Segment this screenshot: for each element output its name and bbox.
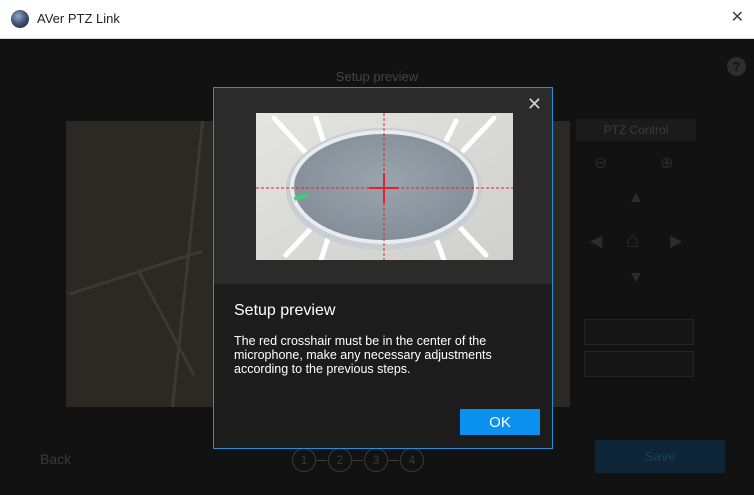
ok-button[interactable]: OK (460, 409, 540, 435)
back-button[interactable]: Back (40, 451, 71, 467)
dialog-close-button[interactable]: ✕ (527, 94, 542, 115)
dialog-illustration-area: ✕ (214, 88, 552, 284)
microphone-crosshair-illustration (256, 113, 513, 260)
step-4: 4 (400, 448, 424, 472)
zoom-out-icon[interactable]: ⊖ (594, 153, 607, 173)
ptz-preset-button[interactable] (584, 319, 694, 345)
title-bar: AVer PTZ Link ✕ (0, 0, 754, 39)
step-connector (316, 460, 327, 461)
step-connector (388, 460, 399, 461)
home-icon[interactable]: ⌂ (626, 227, 639, 253)
step-2: 2 (328, 448, 352, 472)
step-3: 3 (364, 448, 388, 472)
microphone-illustration-svg (256, 113, 513, 260)
window-close-button[interactable]: ✕ (731, 7, 744, 27)
ptz-reset-button[interactable] (584, 351, 694, 377)
dialog-heading: Setup preview (234, 302, 336, 319)
pan-right-icon[interactable]: ▶ (670, 231, 682, 251)
pan-down-icon[interactable]: ▼ (628, 269, 644, 287)
step-connector (352, 460, 363, 461)
ptz-control-panel: PTZ Control ⊖ ⊕ ▲ ◀ ⌂ ▶ ▼ (576, 119, 696, 389)
save-button[interactable]: Save (595, 440, 725, 473)
step-1: 1 (292, 448, 316, 472)
app-logo-icon (11, 10, 29, 28)
window-title: AVer PTZ Link (37, 11, 120, 26)
pan-left-icon[interactable]: ◀ (590, 231, 602, 251)
ptz-control-title: PTZ Control (576, 119, 696, 141)
setup-preview-dialog: ✕ Setup preview The red crosshair must b… (213, 87, 553, 449)
dialog-message: The red crosshair must be in the center … (234, 334, 492, 376)
help-icon[interactable]: ? (727, 57, 746, 76)
pan-up-icon[interactable]: ▲ (628, 189, 644, 207)
page-title: Setup preview (335, 69, 419, 84)
zoom-in-icon[interactable]: ⊕ (660, 153, 673, 173)
